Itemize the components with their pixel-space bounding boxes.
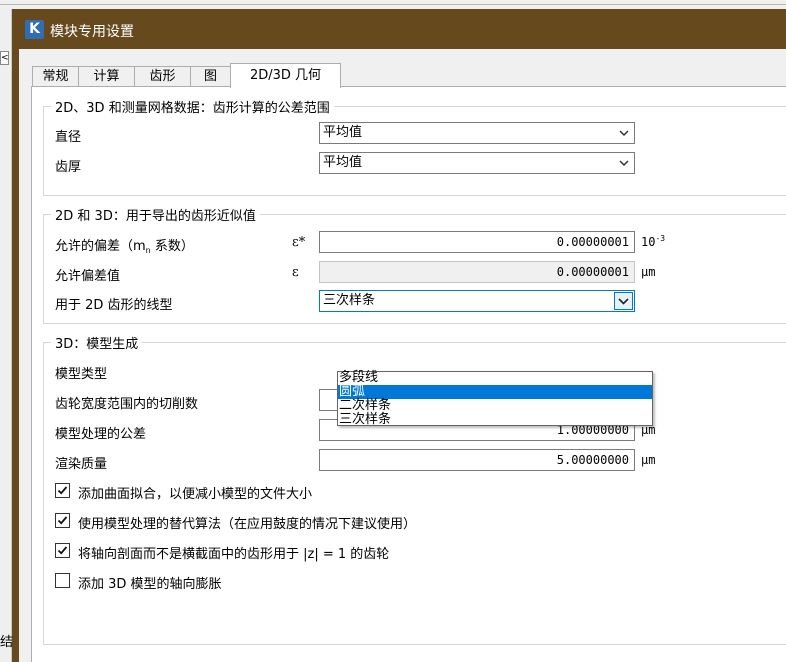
dialog-client: 常规 计算 齿形 图 2D/3D 几何 2D、3D 和测量网格数据：齿形计算的公… xyxy=(19,49,786,662)
surface-fitting-label[interactable]: 添加曲面拟合，以便减小模型的文件大小 xyxy=(78,483,312,502)
axial-expansion-checkbox[interactable] xyxy=(55,573,70,588)
app-icon: K xyxy=(25,20,44,39)
linetype-dropdown-button[interactable] xyxy=(614,292,633,310)
alt-algorithm-checkbox[interactable] xyxy=(55,513,70,528)
option-polyline[interactable]: 多段线 xyxy=(338,371,652,385)
thickness-select-value: 平均值 xyxy=(323,155,363,170)
checkmark-icon xyxy=(57,546,68,555)
dialog-title: 模块专用设置 xyxy=(50,24,134,40)
background-window-edge xyxy=(0,0,786,9)
diameter-select[interactable]: 平均值 xyxy=(319,122,635,144)
epsilon-star-symbol: ε* xyxy=(292,235,306,250)
diameter-label: 直径 xyxy=(55,130,82,145)
chevron-down-icon xyxy=(619,130,629,137)
background-button[interactable]: < xyxy=(0,51,9,65)
option-arc[interactable]: 圆弧 xyxy=(338,385,652,399)
deviation-value-unit: μm xyxy=(641,265,656,279)
group-title-export: 2D 和 3D：用于导出的齿形近似值 xyxy=(51,205,260,224)
chevron-down-icon xyxy=(618,298,629,305)
title-bar[interactable]: K 模块专用设置 xyxy=(12,9,786,49)
deviation-value-label: 允许偏差值 xyxy=(55,269,121,284)
deviation-value-field: 0.00000001 xyxy=(319,261,635,283)
render-quality-unit: μm xyxy=(641,453,656,467)
diameter-select-value: 平均值 xyxy=(323,125,363,140)
checkmark-icon xyxy=(57,486,68,495)
model-type-label: 模型类型 xyxy=(55,367,108,382)
chevron-down-icon xyxy=(619,160,629,167)
tab-2d3d-geometry[interactable]: 2D/3D 几何 xyxy=(230,63,341,88)
render-quality-label: 渲染质量 xyxy=(55,457,108,472)
group-title-model: 3D：模型生成 xyxy=(51,333,143,352)
group-title-tolerance: 2D、3D 和测量网格数据：齿形计算的公差范围 xyxy=(51,97,334,116)
tab-calculation[interactable]: 计算 xyxy=(78,66,135,87)
axial-expansion-label[interactable]: 添加 3D 模型的轴向膨胀 xyxy=(78,573,222,592)
option-quadratic-spline[interactable]: 二次样条 xyxy=(338,399,652,413)
alt-algorithm-label[interactable]: 使用模型处理的替代算法（在应用鼓度的情况下建议使用） xyxy=(78,513,416,532)
axial-section-checkbox[interactable] xyxy=(55,543,70,558)
linetype-dropdown-list: 多段线 圆弧 二次样条 三次样条 xyxy=(337,371,653,427)
module-settings-dialog: K 模块专用设置 常规 计算 齿形 图 2D/3D 几何 2D、3D 和测量网格… xyxy=(12,9,786,662)
option-cubic-spline[interactable]: 三次样条 xyxy=(338,413,652,427)
allowed-deviation-unit: 10-3 xyxy=(641,234,666,249)
tab-graphics[interactable]: 图 xyxy=(190,66,231,87)
cuts-label: 齿轮宽度范围内的切削数 xyxy=(55,397,199,412)
group-export-approximation: 2D 和 3D：用于导出的齿形近似值 允许的偏差（mn 系数） ε* 0.000… xyxy=(43,205,786,324)
group-tolerance-range: 2D、3D 和测量网格数据：齿形计算的公差范围 直径 平均值 齿厚 平均值 xyxy=(43,97,786,196)
tolerance-label: 模型处理的公差 xyxy=(55,427,147,442)
allowed-deviation-label: 允许的偏差（mn 系数） xyxy=(55,239,194,255)
render-quality-input[interactable]: 5.00000000 xyxy=(319,449,635,471)
thickness-select[interactable]: 平均值 xyxy=(319,152,635,174)
background-window: < 结 xyxy=(0,9,13,662)
thickness-label: 齿厚 xyxy=(55,160,82,175)
linetype-select[interactable]: 三次样条 xyxy=(319,290,635,312)
tab-panel-2d3d: 2D、3D 和测量网格数据：齿形计算的公差范围 直径 平均值 齿厚 平均值 2D… xyxy=(31,86,786,662)
tab-tooth-form[interactable]: 齿形 xyxy=(134,66,191,87)
epsilon-symbol: ε xyxy=(292,265,299,280)
checkmark-icon xyxy=(57,516,68,525)
surface-fitting-checkbox[interactable] xyxy=(55,483,70,498)
linetype-select-value: 三次样条 xyxy=(323,293,376,308)
tab-general[interactable]: 常规 xyxy=(32,66,79,87)
linetype-label: 用于 2D 齿形的线型 xyxy=(55,298,173,313)
axial-section-label[interactable]: 将轴向剖面而不是横截面中的齿形用于 |z| = 1 的齿轮 xyxy=(78,543,389,562)
allowed-deviation-input[interactable]: 0.00000001 xyxy=(319,231,635,253)
